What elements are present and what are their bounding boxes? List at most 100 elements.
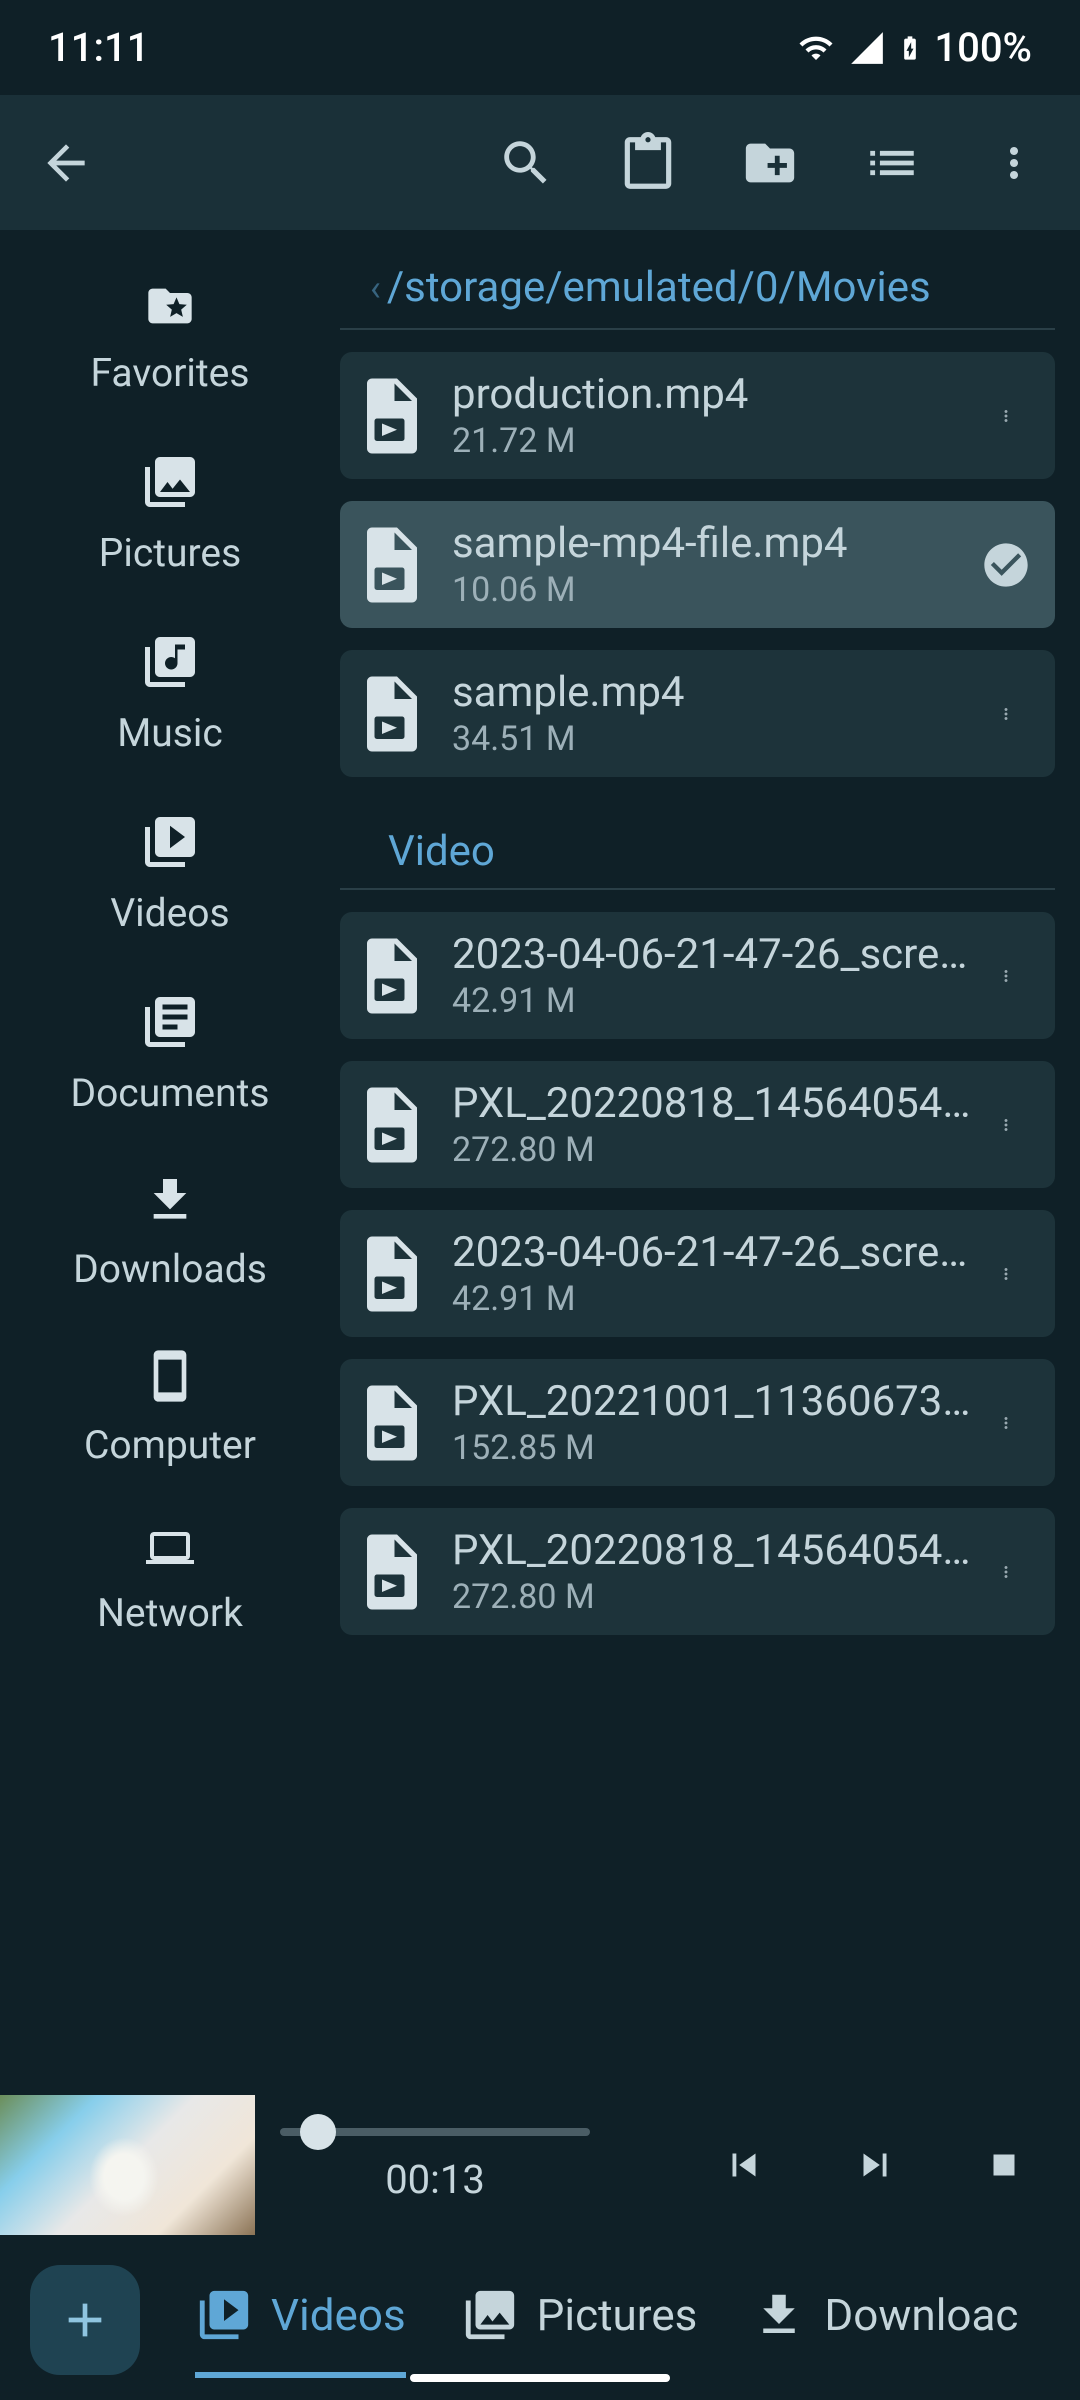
- chevron-icon: ‹: [370, 267, 381, 309]
- file-size: 152.85 M: [452, 1428, 978, 1468]
- file-more-button[interactable]: [978, 1402, 1033, 1444]
- sidebar-item-pictures[interactable]: Pictures: [0, 432, 340, 612]
- file-size: 21.72 M: [452, 421, 978, 461]
- video-stack-icon: [140, 812, 200, 872]
- list-icon: [863, 134, 921, 192]
- new-folder-button[interactable]: [734, 127, 806, 199]
- clipboard-button[interactable]: [612, 127, 684, 199]
- plus-icon: [57, 2292, 113, 2348]
- playback-time: 00:13: [280, 2156, 590, 2203]
- image-stack-icon: [461, 2286, 519, 2344]
- battery-charging-icon: [896, 27, 924, 69]
- music-stack-icon: [140, 632, 200, 692]
- wifi-icon: [794, 30, 838, 66]
- tab-downloads[interactable]: Downloac: [752, 2288, 1018, 2352]
- file-name: 2023-04-06-21-47-26_screenR…: [452, 1228, 978, 1277]
- sidebar-item-downloads[interactable]: Downloads: [0, 1152, 340, 1328]
- breadcrumb[interactable]: ‹ /storage/emulated/0/Movies: [340, 255, 1055, 330]
- file-row[interactable]: PXL_20220818_145640540.m…272.80 M: [340, 1061, 1055, 1188]
- skip-next-icon[interactable]: [852, 2142, 898, 2188]
- file-size: 42.91 M: [452, 1279, 978, 1319]
- player-thumbnail[interactable]: [0, 2095, 255, 2235]
- file-name: 2023-04-06-21-47-26_screenR…: [452, 930, 978, 979]
- video-file-icon: [362, 1087, 422, 1163]
- sidebar-item-favorites[interactable]: Favorites: [0, 260, 340, 432]
- tab-label: Videos: [271, 2289, 406, 2341]
- status-bar: 11:11 100%: [0, 0, 1080, 95]
- search-icon: [497, 134, 555, 192]
- seek-bar[interactable]: [280, 2128, 590, 2136]
- sidebar-item-music[interactable]: Music: [0, 612, 340, 792]
- file-more-button[interactable]: [978, 693, 1033, 735]
- file-name: production.mp4: [452, 370, 978, 419]
- sidebar-item-label: Music: [117, 710, 223, 756]
- file-row[interactable]: 2023-04-06-21-47-26_screenR…42.91 M: [340, 912, 1055, 1039]
- sidebar-item-computer[interactable]: Computer: [0, 1328, 340, 1504]
- file-more-button[interactable]: [978, 395, 1033, 437]
- file-more-button[interactable]: [978, 955, 1033, 997]
- app-bar: [0, 95, 1080, 230]
- back-button[interactable]: [30, 127, 102, 199]
- path-text: /storage/emulated/0/Movies: [387, 263, 931, 312]
- battery-percent: 100%: [934, 24, 1032, 71]
- sidebar-item-label: Downloads: [73, 1246, 267, 1292]
- sidebar-item-label: Documents: [70, 1070, 269, 1116]
- overflow-menu-button[interactable]: [978, 127, 1050, 199]
- file-row[interactable]: 2023-04-06-21-47-26_screenR…42.91 M: [340, 1210, 1055, 1337]
- laptop-icon: [138, 1524, 202, 1572]
- folder-plus-icon: [741, 134, 799, 192]
- file-size: 42.91 M: [452, 981, 978, 1021]
- sidebar-item-videos[interactable]: Videos: [0, 792, 340, 972]
- file-row[interactable]: production.mp421.72 M: [340, 352, 1055, 479]
- video-file-icon: [362, 1236, 422, 1312]
- download-icon: [752, 2288, 806, 2342]
- sidebar: Favorites Pictures Music Videos Document…: [0, 230, 340, 2090]
- file-size: 10.06 M: [452, 570, 978, 610]
- file-size: 272.80 M: [452, 1577, 978, 1617]
- file-row[interactable]: sample-mp4-file.mp410.06 M: [340, 501, 1055, 628]
- view-list-button[interactable]: [856, 127, 928, 199]
- phone-icon: [142, 1348, 198, 1404]
- tab-label: Pictures: [537, 2289, 698, 2341]
- signal-icon: [848, 29, 886, 67]
- document-stack-icon: [140, 992, 200, 1052]
- file-name: PXL_20221001_113606730.m…: [452, 1377, 978, 1426]
- selected-check-icon[interactable]: [978, 539, 1033, 591]
- file-name: PXL_20220818_145640540.m…: [452, 1526, 978, 1575]
- video-file-icon: [362, 938, 422, 1014]
- sidebar-item-documents[interactable]: Documents: [0, 972, 340, 1152]
- section-header: Video: [340, 799, 1055, 890]
- video-file-icon: [362, 676, 422, 752]
- clipboard-icon: [617, 132, 679, 194]
- skip-previous-icon[interactable]: [721, 2142, 767, 2188]
- nav-indicator: [410, 2374, 670, 2382]
- status-right: 100%: [794, 24, 1032, 71]
- sidebar-item-network[interactable]: Network: [0, 1504, 340, 1672]
- image-stack-icon: [140, 452, 200, 512]
- file-more-button[interactable]: [978, 1253, 1033, 1295]
- mini-player: 00:13: [0, 2090, 1080, 2240]
- tab-label: Downloac: [824, 2289, 1018, 2341]
- file-name: PXL_20220818_145640540.m…: [452, 1079, 978, 1128]
- status-time: 11:11: [48, 24, 149, 71]
- stop-icon[interactable]: [983, 2144, 1025, 2186]
- file-size: 34.51 M: [452, 719, 978, 759]
- file-more-button[interactable]: [978, 1551, 1033, 1593]
- file-name: sample-mp4-file.mp4: [452, 519, 978, 568]
- file-row[interactable]: sample.mp434.51 M: [340, 650, 1055, 777]
- tab-pictures[interactable]: Pictures: [461, 2286, 698, 2354]
- tab-videos[interactable]: Videos: [195, 2262, 406, 2378]
- video-file-icon: [362, 378, 422, 454]
- file-row[interactable]: PXL_20221001_113606730.m…152.85 M: [340, 1359, 1055, 1486]
- seek-thumb[interactable]: [300, 2114, 336, 2150]
- file-row[interactable]: PXL_20220818_145640540.m…272.80 M: [340, 1508, 1055, 1635]
- file-name: sample.mp4: [452, 668, 978, 717]
- video-file-icon: [362, 1385, 422, 1461]
- file-more-button[interactable]: [978, 1104, 1033, 1146]
- video-file-icon: [362, 527, 422, 603]
- add-button[interactable]: [30, 2265, 140, 2375]
- sidebar-item-label: Videos: [110, 890, 229, 936]
- search-button[interactable]: [490, 127, 562, 199]
- sidebar-item-label: Favorites: [91, 350, 250, 396]
- download-icon: [142, 1172, 198, 1228]
